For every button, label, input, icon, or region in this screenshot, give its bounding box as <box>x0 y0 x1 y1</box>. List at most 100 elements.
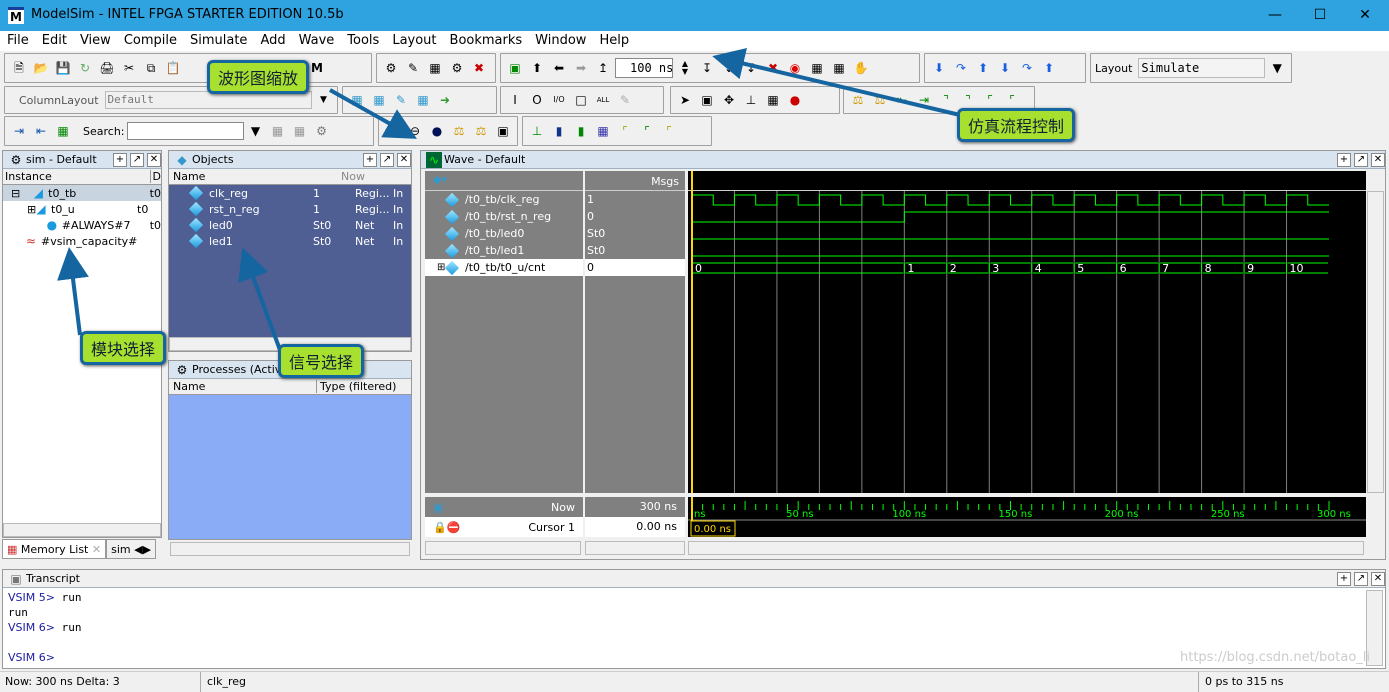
wave-signal-row[interactable]: /t0_tb/clk_reg <box>425 191 583 208</box>
wave-vscrollbar[interactable] <box>1367 191 1384 493</box>
hierarchy-icon[interactable]: ▦ <box>55 123 71 139</box>
continue-run-icon[interactable]: ↧ <box>721 60 737 76</box>
wave-color-icon[interactable]: ⌜ <box>617 123 633 139</box>
transcript-console[interactable]: VSIM 5> run run VSIM 6> run VSIM 6> <box>3 588 1385 667</box>
add-wave-icon[interactable]: ▦ <box>349 92 365 108</box>
wave-signal-row[interactable]: /t0_tb/led0 <box>425 225 583 242</box>
col-name[interactable]: Name <box>169 170 315 183</box>
compile-all-icon[interactable]: ✎ <box>405 60 421 76</box>
wave-canvas[interactable]: 0 1 2 3 4 5 6 7 8 9 10 <box>688 171 1366 493</box>
zoom-region-icon[interactable]: ▣ <box>495 123 511 139</box>
delete-cursor-icon[interactable]: ⛔ <box>447 521 461 534</box>
next-rising-edge-icon[interactable]: ⌜ <box>1004 92 1020 108</box>
tree-item[interactable]: ⊟ ◢ t0_tb t0 <box>3 185 161 201</box>
zoom-mode-icon[interactable]: ▣ <box>699 92 715 108</box>
menu-help[interactable]: Help <box>592 31 635 51</box>
wave-signal-row[interactable]: ⊞/t0_tb/t0_u/cnt <box>425 259 583 276</box>
search-next-icon[interactable]: ▦ <box>292 123 308 139</box>
chevron-down-icon[interactable]: ▼ <box>316 92 331 108</box>
step-over-icon[interactable]: ↷ <box>953 60 969 76</box>
memory-profile-icon[interactable]: ▦ <box>831 60 847 76</box>
expand-time-icon[interactable]: ⊥ <box>529 123 545 139</box>
memory-icon[interactable]: ▦ <box>427 60 443 76</box>
zoom-full-icon[interactable]: ● <box>429 123 445 139</box>
col-now[interactable]: Now <box>315 170 365 183</box>
stop-icon[interactable]: ◉ <box>787 60 803 76</box>
layout-select[interactable]: Simulate <box>1138 58 1266 78</box>
close-icon[interactable]: ✕ <box>1371 152 1385 167</box>
back-arrow-icon[interactable]: ⬅ <box>551 60 567 76</box>
run-length-input[interactable] <box>615 58 673 78</box>
tab-sim[interactable]: sim ◀▶ <box>106 539 157 559</box>
object-row[interactable]: clk_reg 1 Regi... In <box>169 185 411 201</box>
tree-item[interactable]: ⊞ ◢ t0_u t0 <box>3 201 161 217</box>
measure-icon[interactable]: ⊥ <box>743 92 759 108</box>
add-watch-icon[interactable]: ➜ <box>437 92 453 108</box>
search-options-icon[interactable]: ⚙ <box>314 123 330 139</box>
break-icon[interactable]: ✖ <box>471 60 487 76</box>
environment-icon[interactable]: ▣ <box>507 60 523 76</box>
object-row[interactable]: rst_n_reg 1 Regi... In <box>169 201 411 217</box>
close-icon[interactable]: ✕ <box>147 152 161 167</box>
close-icon[interactable]: ✕ <box>397 152 411 167</box>
inout-filter-icon[interactable]: I/O <box>551 92 567 108</box>
simulate-icon[interactable]: ⚙ <box>449 60 465 76</box>
col-type[interactable]: Type (filtered) <box>317 380 396 393</box>
menu-compile[interactable]: Compile <box>117 31 183 51</box>
tree-item[interactable]: ≈ #vsim_capacity# <box>3 233 161 249</box>
traffic-light-icon[interactable]: ● <box>787 92 803 108</box>
up-arrow-icon[interactable]: ⬆ <box>529 60 545 76</box>
menu-layout[interactable]: Layout <box>385 31 442 51</box>
pan-mode-icon[interactable]: ✥ <box>721 92 737 108</box>
minimize-button[interactable]: — <box>1255 4 1295 26</box>
run-all-icon[interactable]: ↧ <box>743 60 759 76</box>
wave-dashed-icon[interactable]: ⌜ <box>639 123 655 139</box>
next-falling-edge-icon[interactable]: ⌝ <box>960 92 976 108</box>
wave-tools-icon[interactable]: ◆▾ <box>425 171 583 191</box>
menu-add[interactable]: Add <box>253 31 291 51</box>
tree-item[interactable]: ● #ALWAYS#7 t0 <box>3 217 161 233</box>
step-into-icon[interactable]: ⬇ <box>931 60 947 76</box>
menu-view[interactable]: View <box>73 31 117 51</box>
compile-icon[interactable]: ⚙ <box>383 60 399 76</box>
run-length-spinner-icon[interactable]: ▲ ▼ <box>677 60 693 76</box>
col-instance[interactable]: Instance <box>3 170 151 183</box>
copy-icon[interactable]: ⧉ <box>143 60 159 76</box>
object-row[interactable]: led0 St0 Net In <box>169 217 411 233</box>
menu-wave[interactable]: Wave <box>292 31 341 51</box>
new-file-icon[interactable]: 🗎 <box>11 60 27 76</box>
col-name[interactable]: Name <box>169 380 317 393</box>
select-mode-icon[interactable]: ➤ <box>677 92 693 108</box>
internal-filter-icon[interactable]: □ <box>573 92 589 108</box>
add-log-icon[interactable]: ✎ <box>393 92 409 108</box>
paste-icon[interactable]: 📋 <box>165 60 181 76</box>
prev-rising-edge-icon[interactable]: ⌜ <box>982 92 998 108</box>
restart-icon[interactable]: ↥ <box>595 60 611 76</box>
dock-icon[interactable]: + <box>113 152 127 167</box>
zoom-cursor-icon[interactable]: ⚖ <box>451 123 467 139</box>
edit-mode-icon[interactable]: ▦ <box>765 92 781 108</box>
zoom-in-icon[interactable]: ⊕ <box>385 123 401 139</box>
wave-hscrollbar[interactable] <box>688 541 1364 555</box>
tab-memory-list[interactable]: ▦ Memory List ✕ <box>2 539 107 559</box>
menu-tools[interactable]: Tools <box>340 31 385 51</box>
close-icon[interactable]: ✕ <box>1371 571 1385 586</box>
menu-window[interactable]: Window <box>528 31 592 51</box>
clear-filter-icon[interactable]: ✎ <box>617 92 633 108</box>
step-into-all-icon[interactable]: ⬇ <box>997 60 1013 76</box>
hand-icon[interactable]: ✋ <box>853 60 869 76</box>
chevron-down-icon[interactable]: ▼ <box>248 123 264 139</box>
performance-icon[interactable]: ▦ <box>809 60 825 76</box>
save-icon[interactable]: 💾 <box>55 60 71 76</box>
names-hscrollbar[interactable] <box>425 541 581 555</box>
menu-simulate[interactable]: Simulate <box>183 31 253 51</box>
object-row[interactable]: led1 St0 Net In <box>169 233 411 249</box>
processes-hscrollbar[interactable] <box>170 542 410 556</box>
reload-icon[interactable]: ↻ <box>77 60 93 76</box>
prev-falling-edge-icon[interactable]: ⌝ <box>938 92 954 108</box>
all-filter-icon[interactable]: ALL <box>595 92 611 108</box>
undock-icon[interactable]: ↗ <box>380 152 394 167</box>
lock-icon[interactable]: 🔒 <box>433 521 447 534</box>
menu-bookmarks[interactable]: Bookmarks <box>443 31 529 51</box>
wave-dotted-icon[interactable]: ⌜ <box>661 123 677 139</box>
